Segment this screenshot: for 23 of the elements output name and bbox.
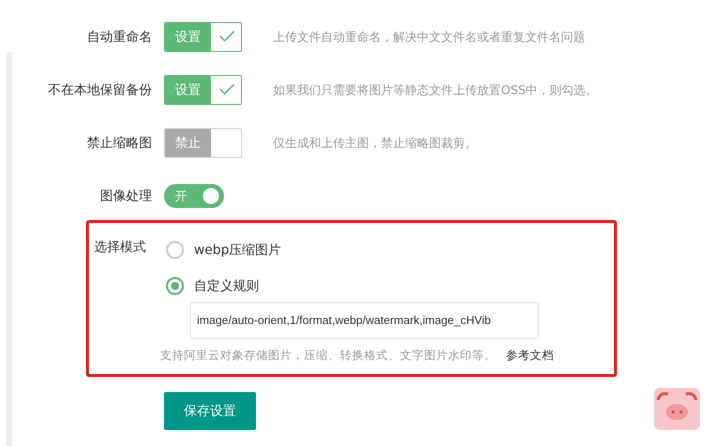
docs-link[interactable]: 参考文档 bbox=[506, 348, 554, 363]
input-field[interactable]: image/auto-orient,1/format,webp/watermark,image_cHVib bbox=[190, 302, 539, 339]
checkbox-toggle[interactable]: 设置 bbox=[164, 22, 242, 52]
pig-icon bbox=[654, 388, 700, 430]
toggle-switch[interactable]: 开 bbox=[164, 184, 224, 208]
setting-description: 仅生成和上传主图，禁止缩略图裁剪。 bbox=[273, 134, 477, 152]
check-icon bbox=[219, 83, 235, 96]
check-icon bbox=[219, 30, 235, 43]
radio-label[interactable]: 自定义规则 bbox=[194, 277, 259, 295]
setting-label: 自动重命名 bbox=[86, 29, 152, 46]
setting-description: 上传文件自动重命名，解决中文文件名或者重复文件名问题 bbox=[273, 28, 585, 46]
setting-label: 图像处理 bbox=[99, 188, 152, 205]
radio-label[interactable]: webp压缩图片 bbox=[194, 241, 282, 259]
help-text: 支持阿里云对象存储图片，压缩、转换格式、文字图片水印等。 bbox=[160, 348, 496, 363]
setting-description: 如果我们只需要将图片等静态文件上传放置OSS中，则勾选。 bbox=[273, 82, 598, 98]
radio-button[interactable] bbox=[166, 241, 184, 259]
radio-button[interactable] bbox=[166, 277, 184, 295]
checkbox-toggle[interactable]: 设置 bbox=[164, 75, 242, 105]
save-button[interactable]: 保存设置 bbox=[164, 392, 256, 430]
setting-label: 选择模式 bbox=[94, 239, 147, 257]
checkbox-toggle[interactable]: 禁止 bbox=[164, 128, 242, 158]
setting-label: 禁止缩略图 bbox=[86, 135, 152, 152]
setting-label: 不在本地保留备份 bbox=[47, 82, 152, 99]
